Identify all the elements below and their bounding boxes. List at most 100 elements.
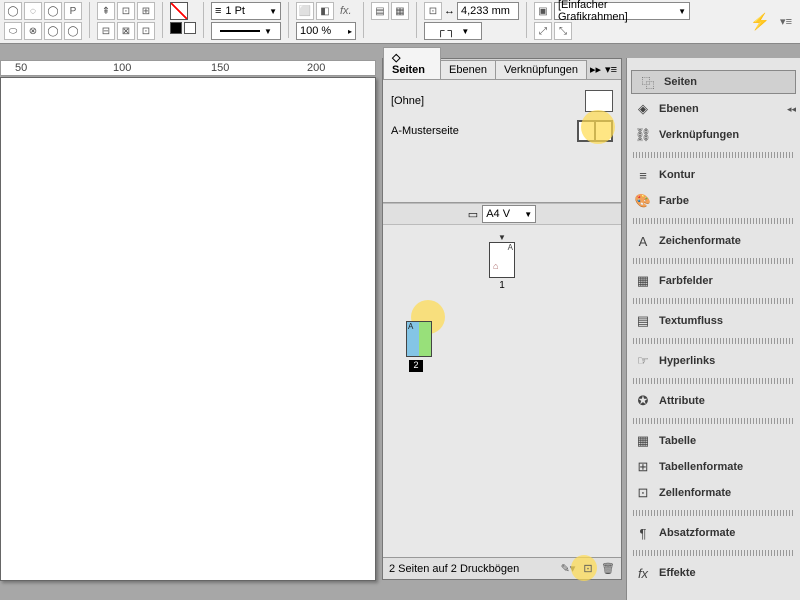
stroke-white-swatch[interactable] <box>184 22 196 34</box>
stroke-weight-value: 1 Pt <box>225 5 245 17</box>
cellstyle-icon: ⊡ <box>635 485 651 501</box>
right-sidebar: ◂◂ ⿻ Seiten ◈ Ebenen ⛓ Verknüpfungen ≡ K… <box>626 58 800 600</box>
dimension-value: 4,233 mm <box>461 5 510 17</box>
delete-page-icon[interactable]: 🗑 <box>601 562 615 576</box>
gradient-btn[interactable]: ⬜ <box>296 2 314 20</box>
misc-btn-1[interactable]: ⤢ <box>534 22 552 40</box>
fx-label[interactable]: fx. <box>340 5 352 17</box>
shape-btn-2[interactable]: ◌ <box>24 2 42 20</box>
sidebar-item-ebenen[interactable]: ◈ Ebenen <box>627 96 800 122</box>
zoom-value: 100 % <box>300 25 331 37</box>
tab-verknuepfungen[interactable]: Verknüpfungen <box>495 60 587 79</box>
misc-btn-2[interactable]: ⤡ <box>554 22 572 40</box>
sidebar-item-kontur[interactable]: ≡ Kontur <box>627 162 800 188</box>
sidebar-item-seiten[interactable]: ⿻ Seiten <box>631 70 796 94</box>
sidebar-item-zeichenformate[interactable]: A Zeichenformate <box>627 228 800 254</box>
pages-panel: ◇ Seiten Ebenen Verknüpfungen ▸▸ ▾≡ [Ohn… <box>382 58 622 580</box>
text-tool-btn[interactable]: P <box>64 2 82 20</box>
ruler-tick: 100 <box>113 62 131 74</box>
collapse-arrow-icon[interactable]: ◂◂ <box>787 104 796 115</box>
sidebar-item-textumfluss[interactable]: ▤ Textumfluss <box>627 308 800 334</box>
page-size-value: A4 V <box>486 208 510 220</box>
page-1-label: 1 <box>391 280 613 291</box>
align-btn-2[interactable]: ⊡ <box>117 2 135 20</box>
charstyle-icon: A <box>635 233 651 249</box>
master-a-label[interactable]: A-Musterseite <box>391 125 459 137</box>
hyperlink-icon: ☞ <box>635 353 651 369</box>
page-2-label: 2 <box>409 360 423 372</box>
sidebar-item-hyperlinks[interactable]: ☞ Hyperlinks <box>627 348 800 374</box>
zoom-field[interactable]: 100 % ▸ <box>296 22 356 40</box>
align-btn-1[interactable]: ⇞ <box>97 2 115 20</box>
highlight-marker <box>581 110 615 144</box>
fill-swatch[interactable] <box>170 2 188 20</box>
sidebar-item-effekte[interactable]: fx Effekte <box>627 560 800 586</box>
links-icon: ⛓ <box>635 127 651 143</box>
swatches-icon: ▦ <box>635 273 651 289</box>
align-btn-4[interactable]: ⊟ <box>97 22 115 40</box>
lightning-icon[interactable]: ⚡ <box>750 12 770 32</box>
align-btn-3[interactable]: ⊞ <box>137 2 155 20</box>
page-size-icon: ▭ <box>468 208 478 221</box>
top-toolbar: ◯ ◌ ◯ P ⬭ ⊗ ◯ ◯ ⇞ ⊡ ⊞ ⊟ ⊠ ⊡ <box>0 0 800 44</box>
dim-arrow-icon: ↔ <box>444 5 455 17</box>
parastyle-icon: ¶ <box>635 525 651 541</box>
frame-type-value: [Einfacher Grafikrahmen] <box>558 0 678 23</box>
master-none-label[interactable]: [Ohne] <box>391 95 424 107</box>
sidebar-item-verknuepfungen[interactable]: ⛓ Verknüpfungen <box>627 122 800 148</box>
document-canvas[interactable] <box>0 77 376 581</box>
sidebar-item-absatzformate[interactable]: ¶ Absatzformate <box>627 520 800 546</box>
panel-menu-icon[interactable]: ▾≡ <box>605 63 617 76</box>
shape-btn-7[interactable]: ◯ <box>64 22 82 40</box>
textwrap-icon: ▤ <box>635 313 651 329</box>
ruler-tick: 50 <box>15 62 27 74</box>
sidebar-item-farbe[interactable]: 🎨 Farbe <box>627 188 800 214</box>
shape-btn-1[interactable]: ◯ <box>4 2 22 20</box>
new-page-icon[interactable]: ⊡ <box>581 562 595 576</box>
layers-icon: ◈ <box>635 101 651 117</box>
crop-icon[interactable]: ⊡ <box>424 2 442 20</box>
master-none-thumb[interactable] <box>585 90 613 112</box>
stroke-style-field[interactable]: ▼ <box>211 22 281 40</box>
shape-btn-5[interactable]: ⊗ <box>24 22 42 40</box>
tab-ebenen[interactable]: Ebenen <box>440 60 496 79</box>
attribute-icon: ✪ <box>635 393 651 409</box>
frame-type-field[interactable]: [Einfacher Grafikrahmen] ▼ <box>554 2 690 20</box>
fill-btn[interactable]: ◧ <box>316 2 334 20</box>
shape-btn-6[interactable]: ◯ <box>44 22 62 40</box>
shape-btn-3[interactable]: ◯ <box>44 2 62 20</box>
pages-area[interactable]: ▼ A ⌂ 1 A 2 <box>383 225 621 557</box>
sidebar-item-tabelle[interactable]: ▦ Tabelle <box>627 428 800 454</box>
color-icon: 🎨 <box>635 193 651 209</box>
corner-field[interactable]: ┌ ┐▼ <box>424 22 482 40</box>
wrap-btn-1[interactable]: ▤ <box>371 2 389 20</box>
page-size-field[interactable]: A4 V ▼ <box>482 205 536 223</box>
shape-btn-4[interactable]: ⬭ <box>4 22 22 40</box>
panel-collapse-icon[interactable]: ▸▸ <box>590 63 601 76</box>
footer-status: 2 Seiten auf 2 Druckbögen <box>389 563 555 575</box>
sidebar-item-attribute[interactable]: ✪ Attribute <box>627 388 800 414</box>
pages-icon: ⿻ <box>640 74 656 90</box>
menu-icon[interactable]: ▾≡ <box>780 15 792 28</box>
stroke-icon: ≡ <box>635 167 651 183</box>
sidebar-item-zellenformate[interactable]: ⊡ Zellenformate <box>627 480 800 506</box>
ruler-tick: 200 <box>307 62 325 74</box>
tab-seiten[interactable]: ◇ Seiten <box>383 47 441 79</box>
master-pages-area: [Ohne] A-Musterseite <box>383 80 621 152</box>
stroke-black-swatch[interactable] <box>170 22 182 34</box>
ruler-tick: 150 <box>211 62 229 74</box>
page-1-thumb[interactable]: A ⌂ <box>489 242 515 278</box>
align-btn-6[interactable]: ⊡ <box>137 22 155 40</box>
frame-icon: ▣ <box>534 2 552 20</box>
page-size-bar: ▭ A4 V ▼ <box>383 203 621 225</box>
stroke-weight-field[interactable]: ≡ 1 Pt ▼ <box>211 2 281 20</box>
horizontal-ruler[interactable]: 50 100 150 200 <box>0 60 376 76</box>
tablestyle-icon: ⊞ <box>635 459 651 475</box>
page-2-thumb[interactable]: A <box>406 321 432 357</box>
sidebar-item-tabellenformate[interactable]: ⊞ Tabellenformate <box>627 454 800 480</box>
align-btn-5[interactable]: ⊠ <box>117 22 135 40</box>
sidebar-item-farbfelder[interactable]: ▦ Farbfelder <box>627 268 800 294</box>
wrap-btn-2[interactable]: ▦ <box>391 2 409 20</box>
dimension-field[interactable]: 4,233 mm <box>457 2 519 20</box>
effects-icon: fx <box>635 565 651 581</box>
